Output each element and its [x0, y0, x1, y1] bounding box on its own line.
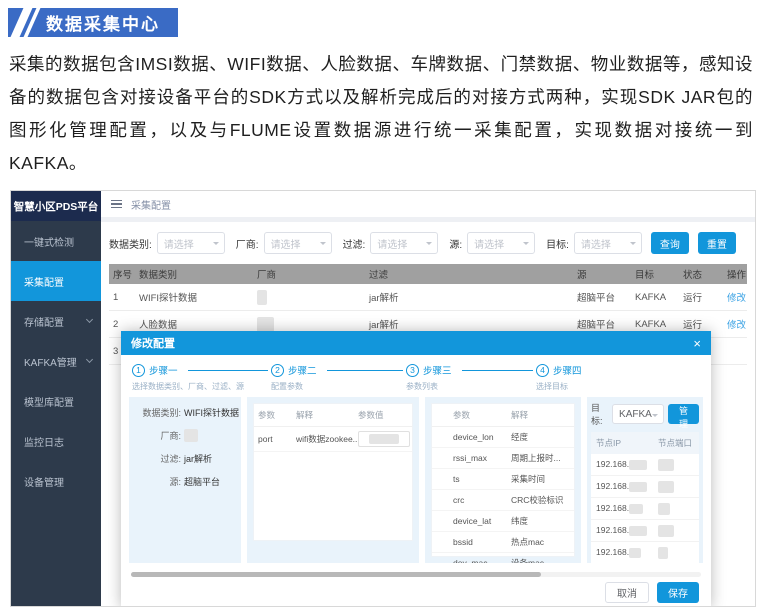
sidebar-item-onekey-check[interactable]: 一键式检测: [11, 221, 101, 261]
source-select[interactable]: 请选择: [467, 232, 535, 254]
param-row: device_lat纬度: [432, 511, 574, 532]
redacted-vendor: [257, 317, 274, 332]
sidebar-item-kafka-manage[interactable]: KAFKA管理: [11, 341, 101, 381]
topbar: 采集配置: [101, 191, 755, 217]
sidebar-item-monitor-log[interactable]: 监控日志: [11, 421, 101, 461]
modal-body: 数据类别:WIFI探针数据 厂商: 过滤:jar解析 源:超脑平台 参数 解释 …: [121, 395, 711, 563]
step-4: 4步骤四: [536, 363, 582, 377]
redacted-port: [658, 547, 668, 559]
category-select[interactable]: 请选择: [157, 232, 225, 254]
filter-select[interactable]: 请选择: [370, 232, 438, 254]
sidebar-item-device-manage[interactable]: 设备管理: [11, 461, 101, 501]
close-icon[interactable]: ×: [693, 336, 701, 351]
step-desc: 配置参数: [271, 381, 303, 392]
step-connector: [327, 370, 403, 371]
param-config-row: port wifi数据zookee...: [254, 427, 412, 452]
vendor-select[interactable]: 请选择: [264, 232, 332, 254]
redacted-port: [658, 503, 670, 515]
target-label: 目标:: [591, 401, 608, 427]
redacted-port: [658, 525, 674, 537]
scrollbar-thumb[interactable]: [131, 572, 541, 577]
sidebar-item-storage-config[interactable]: 存储配置: [11, 301, 101, 341]
filter-bar: 数据类别: 请选择 厂商: 请选择 过滤: 请选择 源: 请选择 目标: 请选择…: [101, 222, 755, 263]
modal-title: 修改配置: [131, 335, 175, 351]
node-table: 节点IP 节点端口 192.168. 192.168. 192.168. 192…: [591, 432, 699, 563]
target-select[interactable]: 请选择: [574, 232, 642, 254]
modal-footer: 取消 保存: [121, 577, 711, 607]
step-desc: 参数列表: [406, 381, 438, 392]
intro-paragraph: 采集的数据包含IMSI数据、WIFI数据、人脸数据、车牌数据、门禁数据、物业数据…: [9, 48, 753, 180]
reset-button[interactable]: 重置: [698, 232, 736, 254]
selection-summary-panel: 数据类别:WIFI探针数据 厂商: 过滤:jar解析 源:超脑平台: [129, 397, 241, 563]
redacted-ip: [629, 460, 647, 470]
hamburger-icon[interactable]: [111, 200, 122, 209]
redacted-ip: [629, 482, 647, 492]
redacted-ip: [629, 504, 643, 514]
sidebar-title: 智慧小区PDS平台: [11, 191, 101, 221]
step-desc: 选择目标: [536, 381, 568, 392]
page-banner: 数据采集中心: [8, 8, 178, 37]
steps-bar: 1步骤一 2步骤二 3步骤三 4步骤四 选择数据类别、厂商、过滤、源 配置参数 …: [121, 355, 711, 395]
param-config-panel: 参数 解释 参数值 port wifi数据zookee...: [247, 397, 419, 563]
redacted-port: [658, 481, 674, 493]
param-row: crcCRC校验标识: [432, 490, 574, 511]
chevron-down-icon: [86, 316, 93, 323]
horizontal-scrollbar: [131, 572, 701, 577]
sidebar-item-model-config[interactable]: 模型库配置: [11, 381, 101, 421]
node-row: 192.168.: [591, 476, 699, 498]
filter-label-target: 目标:: [546, 236, 569, 251]
param-value-input[interactable]: [358, 431, 410, 447]
step-3: 3步骤三: [406, 363, 452, 377]
filter-label-source: 源:: [449, 236, 462, 251]
redacted-port: [658, 459, 674, 471]
redacted-value: [369, 434, 399, 444]
sidebar: 智慧小区PDS平台 一键式检测 采集配置 存储配置 KAFKA管理 模型库配置 …: [11, 191, 101, 606]
sidebar-item-collect-config[interactable]: 采集配置: [11, 261, 101, 301]
modify-link[interactable]: 修改: [723, 290, 747, 304]
node-row: 192.168.: [591, 454, 699, 476]
step-1: 1步骤一: [132, 363, 178, 377]
filter-label-category: 数据类别:: [109, 236, 152, 251]
app-window: 智慧小区PDS平台 一键式检测 采集配置 存储配置 KAFKA管理 模型库配置 …: [10, 190, 756, 607]
node-row: 192.168.: [591, 520, 699, 542]
param-config-table: 参数 解释 参数值 port wifi数据zookee...: [253, 403, 413, 541]
modal-header: 修改配置 ×: [121, 331, 711, 355]
redacted-vendor: [257, 290, 267, 305]
table-header: 序号 数据类别 厂商 过滤 源 目标 状态 操作: [109, 264, 747, 284]
table-row: 1 WIFI探针数据 jar解析 超脑平台 KAFKA 运行 修改: [109, 284, 747, 311]
page-title: 数据采集中心: [46, 10, 160, 35]
target-kafka-select[interactable]: KAFKA: [612, 404, 664, 424]
param-row: dev_mac设备mac: [432, 553, 574, 563]
target-panel: 目标: KAFKA 管理 节点IP 节点端口 192.168. 192.168.…: [587, 397, 703, 563]
modify-config-modal: 修改配置 × 1步骤一 2步骤二 3步骤三 4步骤四 选择数据类别、厂商、过滤、…: [121, 331, 711, 607]
filter-label-filter: 过滤:: [343, 236, 366, 251]
param-list-table: 参数 解释 device_lon经度 rssi_max周期上报时... ts采集…: [431, 403, 575, 557]
step-2: 2步骤二: [271, 363, 317, 377]
param-row: device_lon经度: [432, 427, 574, 448]
redacted-ip: [629, 526, 647, 536]
chevron-down-icon: [86, 356, 93, 363]
param-row: bssid热点mac: [432, 532, 574, 553]
node-row: 192.168.: [591, 498, 699, 520]
step-connector: [462, 370, 533, 371]
cancel-button[interactable]: 取消: [605, 582, 649, 603]
redacted-ip: [629, 548, 641, 558]
step-connector: [188, 370, 268, 371]
step-desc: 选择数据类别、厂商、过滤、源: [132, 381, 244, 392]
save-button[interactable]: 保存: [657, 582, 699, 603]
filter-label-vendor: 厂商:: [236, 236, 259, 251]
param-row: rssi_max周期上报时...: [432, 448, 574, 469]
query-button[interactable]: 查询: [651, 232, 689, 254]
node-row: 192.168.: [591, 542, 699, 563]
manage-button[interactable]: 管理: [668, 404, 699, 424]
param-row: ts采集时间: [432, 469, 574, 490]
modify-link[interactable]: 修改: [723, 317, 747, 331]
param-list-panel: 参数 解释 device_lon经度 rssi_max周期上报时... ts采集…: [425, 397, 581, 563]
redacted-vendor: [184, 429, 198, 442]
breadcrumb[interactable]: 采集配置: [131, 197, 171, 212]
